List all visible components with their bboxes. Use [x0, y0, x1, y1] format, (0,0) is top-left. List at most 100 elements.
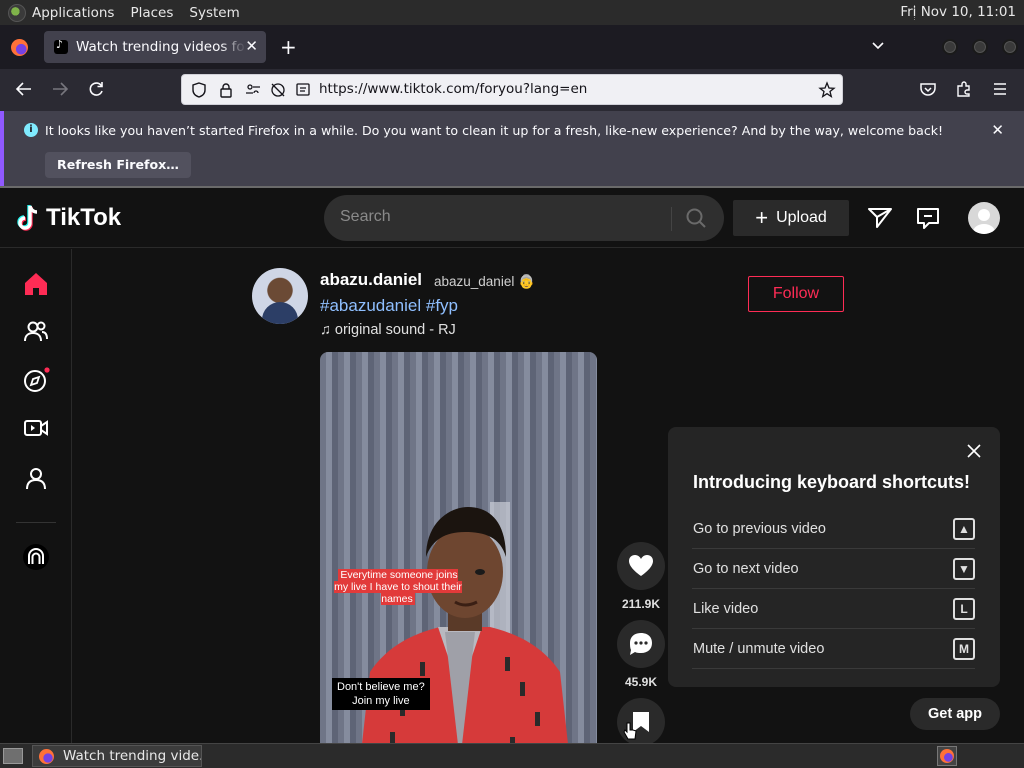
- url-text[interactable]: https://www.tiktok.com/foryou?lang=en: [319, 81, 587, 97]
- tiktok-note-icon: [17, 205, 38, 231]
- follow-button[interactable]: Follow: [748, 276, 844, 312]
- taskbar-window-button[interactable]: Watch trending vide...: [32, 745, 202, 767]
- comment-count: 45.9K: [624, 675, 658, 689]
- l-key-icon: L: [953, 598, 975, 620]
- new-tab-icon[interactable]: +: [280, 35, 297, 59]
- tab-tiktok[interactable]: Watch trending videos for you ✕: [44, 31, 266, 63]
- effect-house-icon[interactable]: [22, 543, 50, 571]
- heart-icon: [629, 555, 653, 576]
- applications-menu[interactable]: Applications: [32, 5, 114, 21]
- gnome-foot-icon[interactable]: [8, 3, 26, 22]
- navigation-toolbar: https://www.tiktok.com/foryou?lang=en: [0, 69, 1024, 111]
- firefox-icon: [39, 749, 54, 764]
- system-top-panel: Applications Places System Fri Nov 10, 1…: [0, 0, 1024, 25]
- default-avatar-icon: [973, 209, 995, 234]
- keyboard-shortcuts-panel: Introducing keyboard shortcuts! Go to pr…: [668, 427, 1000, 687]
- post-username[interactable]: abazu.daniel: [320, 270, 422, 290]
- shortcut-label: Like video: [693, 601, 759, 617]
- sound-label: original sound - RJ: [334, 322, 456, 338]
- profile-icon[interactable]: [22, 464, 50, 492]
- comment-button[interactable]: [617, 620, 665, 668]
- shortcuts-title: Introducing keyboard shortcuts!: [693, 472, 971, 492]
- tab-strip: Watch trending videos for you ✕ +: [0, 25, 1024, 69]
- post-nickname[interactable]: abazu_daniel 👵: [434, 274, 535, 290]
- tracking-protection-shield-icon[interactable]: [190, 81, 208, 99]
- refresh-firefox-notification: i It looks like you haven’t started Fire…: [0, 111, 1024, 186]
- autoplay-blocked-icon[interactable]: [269, 81, 287, 99]
- arrow-down-key-icon: ▼: [953, 558, 975, 580]
- post-sound[interactable]: ♫ original sound - RJ: [320, 322, 456, 338]
- comment-icon: [630, 633, 652, 655]
- explore-compass-icon[interactable]: [22, 366, 50, 394]
- video-caption-top: Everytime someone joins my live I have t…: [334, 569, 462, 605]
- search-box[interactable]: Search: [324, 195, 724, 241]
- forward-icon[interactable]: [50, 79, 70, 99]
- lock-icon[interactable]: [217, 81, 235, 99]
- shortcut-label: Mute / unmute video: [693, 641, 825, 657]
- list-all-tabs-icon[interactable]: [870, 37, 886, 53]
- permissions-icon[interactable]: [244, 81, 262, 99]
- places-menu[interactable]: Places: [130, 5, 173, 21]
- home-icon[interactable]: [22, 270, 50, 298]
- shortcut-row-like: Like video L: [692, 589, 975, 629]
- search-divider: [671, 207, 672, 231]
- workspace-switcher-icon[interactable]: [937, 746, 957, 766]
- upload-button[interactable]: + Upload: [733, 200, 849, 236]
- shortcut-row-next: Go to next video ▼: [692, 549, 975, 589]
- m-key-icon: M: [953, 638, 975, 660]
- live-icon[interactable]: [22, 414, 50, 442]
- tiktok-page: TikTok Search + Upload abazu.daniel abaz…: [0, 188, 1024, 743]
- taskbar-window-label: Watch trending vide...: [63, 748, 202, 764]
- shortcut-row-mute: Mute / unmute video M: [692, 629, 975, 669]
- sidebar-divider: [16, 522, 56, 523]
- system-menu[interactable]: System: [189, 5, 239, 21]
- reload-icon[interactable]: [86, 79, 106, 99]
- hand-cursor-icon: [623, 722, 637, 740]
- tiktok-header: TikTok Search + Upload: [0, 188, 1024, 248]
- pocket-icon[interactable]: [918, 79, 938, 99]
- close-window-button[interactable]: [1002, 39, 1018, 55]
- info-icon: i: [24, 123, 38, 137]
- tiktok-logo[interactable]: TikTok: [16, 204, 121, 232]
- notification-close-icon[interactable]: ✕: [991, 121, 1004, 139]
- shortcut-row-previous: Go to previous video ▲: [692, 509, 975, 549]
- profile-avatar[interactable]: [968, 202, 1000, 234]
- notification-message: It looks like you haven’t started Firefo…: [45, 123, 944, 138]
- hamburger-menu-icon[interactable]: [990, 79, 1010, 99]
- plus-icon: +: [755, 205, 769, 230]
- post-hashtags[interactable]: #abazudaniel #fyp: [320, 296, 458, 316]
- reader-view-icon[interactable]: [294, 81, 312, 99]
- left-sidebar: [0, 249, 72, 743]
- back-icon[interactable]: [14, 79, 34, 99]
- tiktok-favicon-icon: [54, 38, 68, 54]
- shortcut-label: Go to next video: [693, 561, 799, 577]
- send-message-icon[interactable]: [866, 204, 894, 232]
- following-icon[interactable]: [22, 318, 50, 346]
- like-button[interactable]: [617, 542, 665, 590]
- inbox-icon[interactable]: [914, 204, 942, 232]
- tiktok-wordmark: TikTok: [46, 204, 122, 231]
- arrow-up-key-icon: ▲: [953, 518, 975, 540]
- video-caption-bottom: Don't believe me? Join my live: [332, 678, 430, 710]
- tab-title: Watch trending videos for you: [76, 39, 246, 55]
- show-desktop-icon[interactable]: [3, 748, 23, 764]
- get-app-button[interactable]: Get app: [910, 698, 1000, 730]
- firefox-view-icon[interactable]: [11, 39, 28, 56]
- extensions-icon[interactable]: [954, 79, 974, 99]
- music-note-icon: ♫: [320, 322, 335, 338]
- search-icon[interactable]: [684, 206, 708, 230]
- clock[interactable]: Fri Nov 10, 11:01: [900, 4, 1016, 20]
- video-player[interactable]: Everytime someone joins my live I have t…: [320, 352, 597, 743]
- bottom-taskbar: Watch trending vide...: [0, 743, 1024, 768]
- maximize-window-button[interactable]: [972, 39, 988, 55]
- search-input[interactable]: Search: [340, 208, 391, 226]
- like-count: 211.9K: [621, 597, 661, 611]
- tab-close-icon[interactable]: ✕: [245, 37, 258, 55]
- post-author-avatar[interactable]: [252, 268, 308, 324]
- refresh-firefox-button[interactable]: Refresh Firefox…: [45, 152, 191, 178]
- url-bar[interactable]: https://www.tiktok.com/foryou?lang=en: [181, 74, 843, 105]
- minimize-window-button[interactable]: [942, 39, 958, 55]
- close-icon[interactable]: [966, 443, 982, 459]
- bookmark-star-icon[interactable]: [818, 81, 836, 99]
- shortcut-label: Go to previous video: [693, 521, 826, 537]
